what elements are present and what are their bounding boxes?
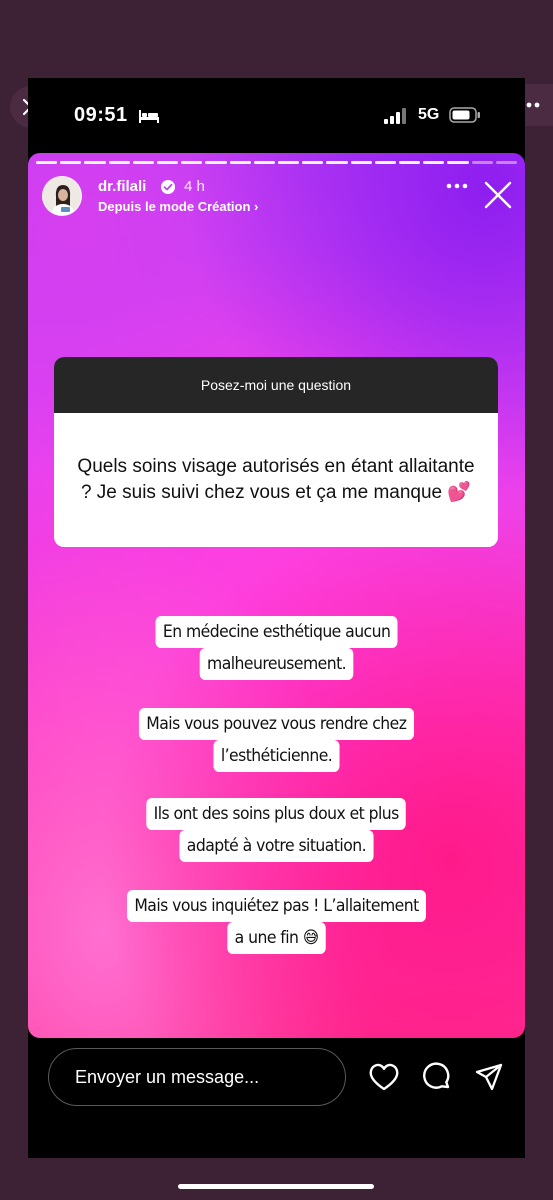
profile-photo-icon [43,177,81,215]
reply-text-line: malheureusement. [199,648,354,680]
question-sticker-header: Posez-moi une question [54,357,498,413]
story-more-icon[interactable] [446,183,468,189]
reply-text-4: Mais vous inquiétez pas ! L’allaitement … [28,890,525,954]
progress-segment [157,161,179,164]
status-bar: 09:51 5G [28,78,525,152]
reply-text-line: Mais vous inquiétez pas ! L’allaitement [126,890,426,922]
send-message-input[interactable]: Envoyer un message... [48,1048,346,1106]
story-progress-bar [36,161,518,164]
reply-text-3: Ils ont des soins plus doux et plus adap… [28,798,525,862]
story-subtitle[interactable]: Depuis le mode Création › [98,199,258,214]
reply-text-2: Mais vous pouvez vous rendre chez l’esth… [28,708,525,772]
progress-segment [399,161,421,164]
question-sticker: Posez-moi une question Quels soins visag… [54,357,498,547]
progress-segment [447,161,469,164]
progress-segment [374,161,397,164]
progress-segment [84,161,106,164]
question-sticker-text: Quels soins visage autorisés en étant al… [77,456,475,503]
progress-segment [108,161,130,164]
progress-segment [278,161,300,164]
progress-segment [471,161,493,164]
story-reply-bar: Envoyer un message... [28,1038,525,1158]
heart-icon[interactable] [368,1062,400,1092]
reply-text-line: adapté à votre situation. [179,830,374,862]
progress-segment [302,161,324,164]
story-username[interactable]: dr.filali [98,178,146,195]
status-time: 09:51 [74,104,128,126]
progress-segment [350,161,372,164]
reply-text-line: Ils ont des soins plus doux et plus [146,798,407,830]
progress-segment [253,161,276,164]
story-close-icon[interactable] [484,181,512,209]
progress-segment [495,161,518,164]
signal-icon [384,108,406,124]
progress-segment [181,161,203,164]
progress-segment [205,161,227,164]
reply-text-line: a une fin 😅 [227,922,326,954]
avatar[interactable] [42,176,82,216]
reply-text-line: l’esthéticienne. [213,740,340,772]
progress-segment [326,161,348,164]
network-type: 5G [418,106,440,123]
comment-icon[interactable] [422,1062,452,1092]
progress-segment [60,161,82,164]
progress-segment [423,161,445,164]
send-icon[interactable] [474,1062,504,1092]
story-view[interactable]: dr.filali 4 h Depuis le mode Création › … [28,153,525,1038]
battery-icon [449,107,480,123]
verified-badge-icon [161,180,175,194]
progress-segment [132,161,155,164]
home-indicator[interactable] [178,1184,374,1189]
reply-text-line: Mais vous pouvez vous rendre chez [139,708,414,740]
progress-segment [36,161,58,164]
reply-text-1: En médecine esthétique aucun malheureuse… [28,616,525,680]
bed-icon [139,110,159,123]
phone-screen: 09:51 5G dr.filali 4 h Depuis le mode Cr… [28,78,525,1158]
reply-text-line: En médecine esthétique aucun [155,616,398,648]
progress-segment [229,161,251,164]
story-time-ago: 4 h [184,178,205,195]
